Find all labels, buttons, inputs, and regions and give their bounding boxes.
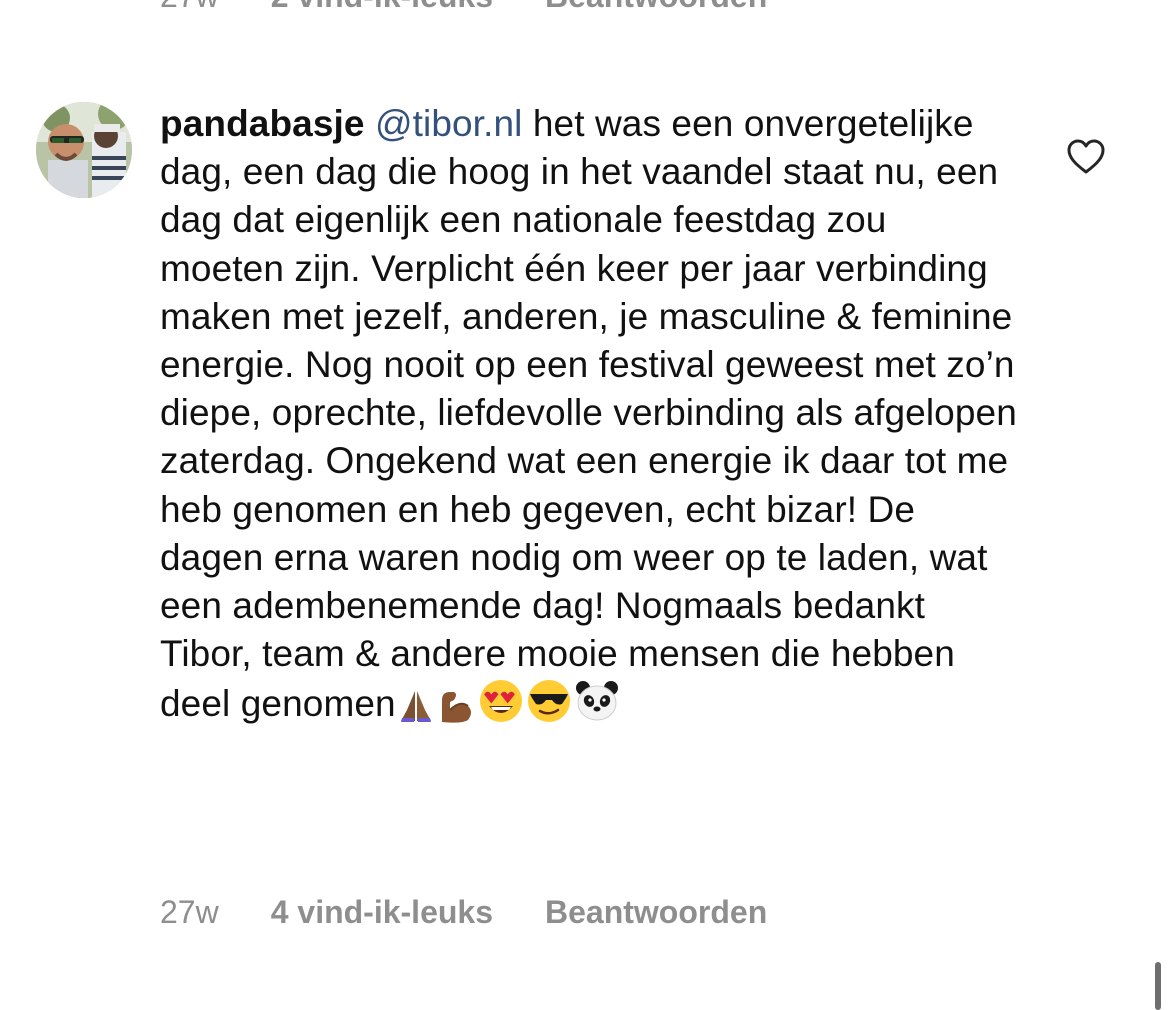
comment-username[interactable]: pandabasje [160,103,365,144]
comment-text: het was een onvergetelijke dag, een dag … [160,103,1017,725]
comment-time: 27w [160,894,219,930]
sunglasses-emoji [526,678,572,736]
flexed-biceps-emoji [436,688,476,736]
previous-comment-meta: 27w 2 vind-ik-leuks Beantwoorden [160,0,767,15]
previous-comment-time: 27w [160,0,219,15]
folded-hands-emoji [398,688,434,736]
comment-meta: 27w 4 vind-ik-leuks Beantwoorden [160,894,767,931]
heart-eyes-emoji [478,678,524,736]
comment-body: pandabasje @tibor.nl het was een onverge… [160,100,1020,737]
previous-comment-reply-button[interactable]: Beantwoorden [545,0,767,15]
reply-button[interactable]: Beantwoorden [545,894,767,931]
comment-likes-link[interactable]: 4 vind-ik-leuks [271,894,493,931]
like-heart-icon[interactable] [1066,138,1106,176]
comment-mention-link[interactable]: @tibor.nl [375,103,522,144]
scrollbar[interactable] [1155,962,1161,1010]
avatar[interactable] [36,102,132,198]
panda-emoji [574,678,620,736]
previous-comment-likes[interactable]: 2 vind-ik-leuks [271,0,493,15]
